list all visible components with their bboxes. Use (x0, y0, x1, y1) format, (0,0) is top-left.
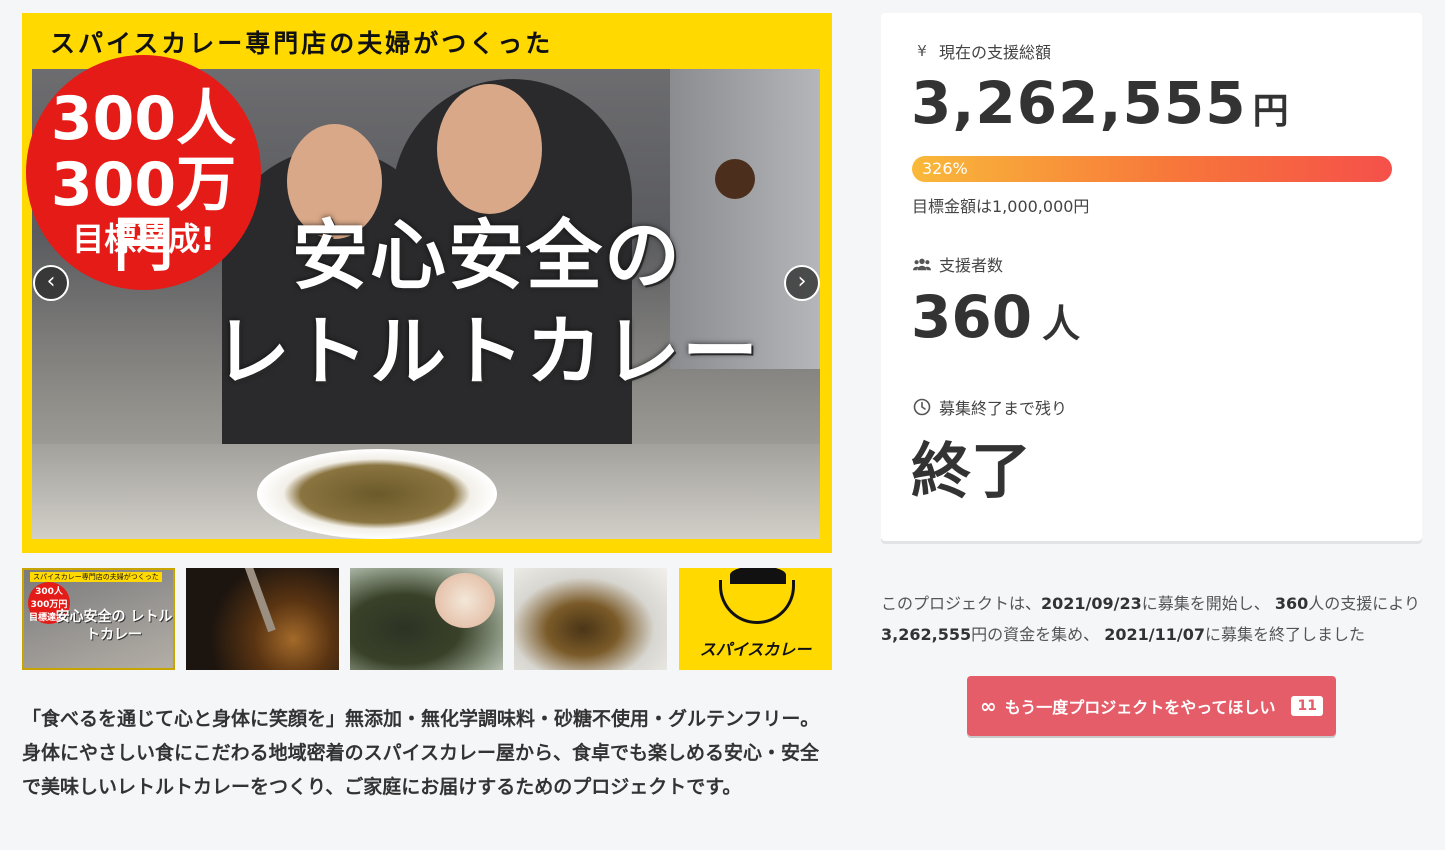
backers-label-text: 支援者数 (939, 256, 1004, 275)
request-again-count: 11 (1291, 696, 1323, 716)
thumbnail-1-title: 安心安全の レトルトカレー (55, 609, 173, 643)
hero-title: 安心安全の レトルトカレー (162, 208, 812, 400)
progress-percent: 326% (922, 159, 968, 178)
remaining-value: 終了 (911, 437, 1031, 507)
thumbnail-5[interactable]: スパイスカレー (679, 568, 832, 670)
summary-text-3: 人の支援により (1308, 594, 1420, 613)
thumbnail-strip: スパイスカレー専門店の夫婦がつくった 300人 300万円 目標達成! 安心安全… (22, 568, 832, 670)
remaining-label: 募集終了まで残り (913, 395, 1067, 419)
summary-text-4: 円の資金を集め、 (971, 625, 1100, 644)
backers-label: 支援者数 (913, 252, 1003, 276)
infinity-icon: ∞ (980, 694, 997, 718)
summary-text-5: に募集を終了しました (1204, 625, 1365, 644)
summary-start-date: 2021/09/23 (1041, 594, 1142, 613)
goal-amount: 目標金額は1,000,000円 (912, 197, 1090, 216)
total-amount-value: 3,262,555 (911, 69, 1247, 137)
thumbnail-2[interactable] (186, 568, 339, 670)
total-amount-label: ¥ 現在の支援総額 (913, 39, 1051, 63)
thumbnail-1-banner: スパイスカレー専門店の夫婦がつくった (30, 572, 162, 582)
summary-text-1: このプロジェクトは、 (881, 594, 1042, 613)
total-amount-unit: 円 (1252, 91, 1289, 132)
curry-plate-graphic (257, 449, 497, 539)
request-again-label: もう一度プロジェクトをやってほしい (1004, 698, 1276, 717)
stats-card: ¥ 現在の支援総額 3,262,555 円 326% 目標金額は1,000,000… (881, 13, 1422, 541)
summary-backers: 360 (1274, 594, 1309, 613)
chevron-left-icon: ‹ (46, 269, 56, 294)
thumbnail-4[interactable] (514, 568, 667, 670)
hero-title-line2: レトルトカレー (214, 307, 760, 396)
summary-text-2: に募集を開始し、 (1141, 594, 1270, 613)
total-amount-label-text: 現在の支援総額 (939, 43, 1052, 62)
remaining-label-text: 募集終了まで残り (939, 399, 1068, 418)
curry-bowl-icon (719, 568, 795, 624)
badge-line-people: 300人 (50, 84, 237, 154)
project-summary: このプロジェクトは、2021/09/23に募集を開始し、 360人の支援により … (881, 588, 1422, 650)
request-again-button[interactable]: ∞ もう一度プロジェクトをやってほしい 11 (967, 676, 1336, 736)
hero-title-line1: 安心安全の (292, 211, 682, 300)
thumbnail-3[interactable] (350, 568, 503, 670)
progress-bar: 326% (912, 156, 1392, 182)
thumbnail-5-logo-text: スパイスカレー (699, 640, 812, 659)
carousel-next-button[interactable]: › (784, 265, 820, 301)
summary-end-date: 2021/11/07 (1104, 625, 1205, 644)
hero-image: スパイスカレー専門店の夫婦がつくった 300人 300万円 目標達成! 安心安全… (22, 13, 832, 553)
clock-icon (913, 398, 931, 416)
yen-icon: ¥ (917, 42, 927, 60)
total-amount: 3,262,555 円 (911, 69, 1289, 137)
backers-count: 360 人 (911, 283, 1080, 351)
face-right-graphic (437, 84, 542, 214)
chevron-right-icon: › (797, 269, 807, 294)
project-description: 「食べるを通じて心と身体に笑顔を」無添加・無化学調味料・砂糖不使用・グルテンフリ… (22, 708, 820, 798)
thumbnail-1[interactable]: スパイスカレー専門店の夫婦がつくった 300人 300万円 目標達成! 安心安全… (22, 568, 175, 670)
carousel-prev-button[interactable]: ‹ (33, 265, 69, 301)
users-icon (913, 255, 931, 273)
backers-count-unit: 人 (1042, 302, 1081, 346)
summary-amount: 3,262,555 (881, 625, 972, 644)
backers-count-value: 360 (911, 283, 1033, 351)
